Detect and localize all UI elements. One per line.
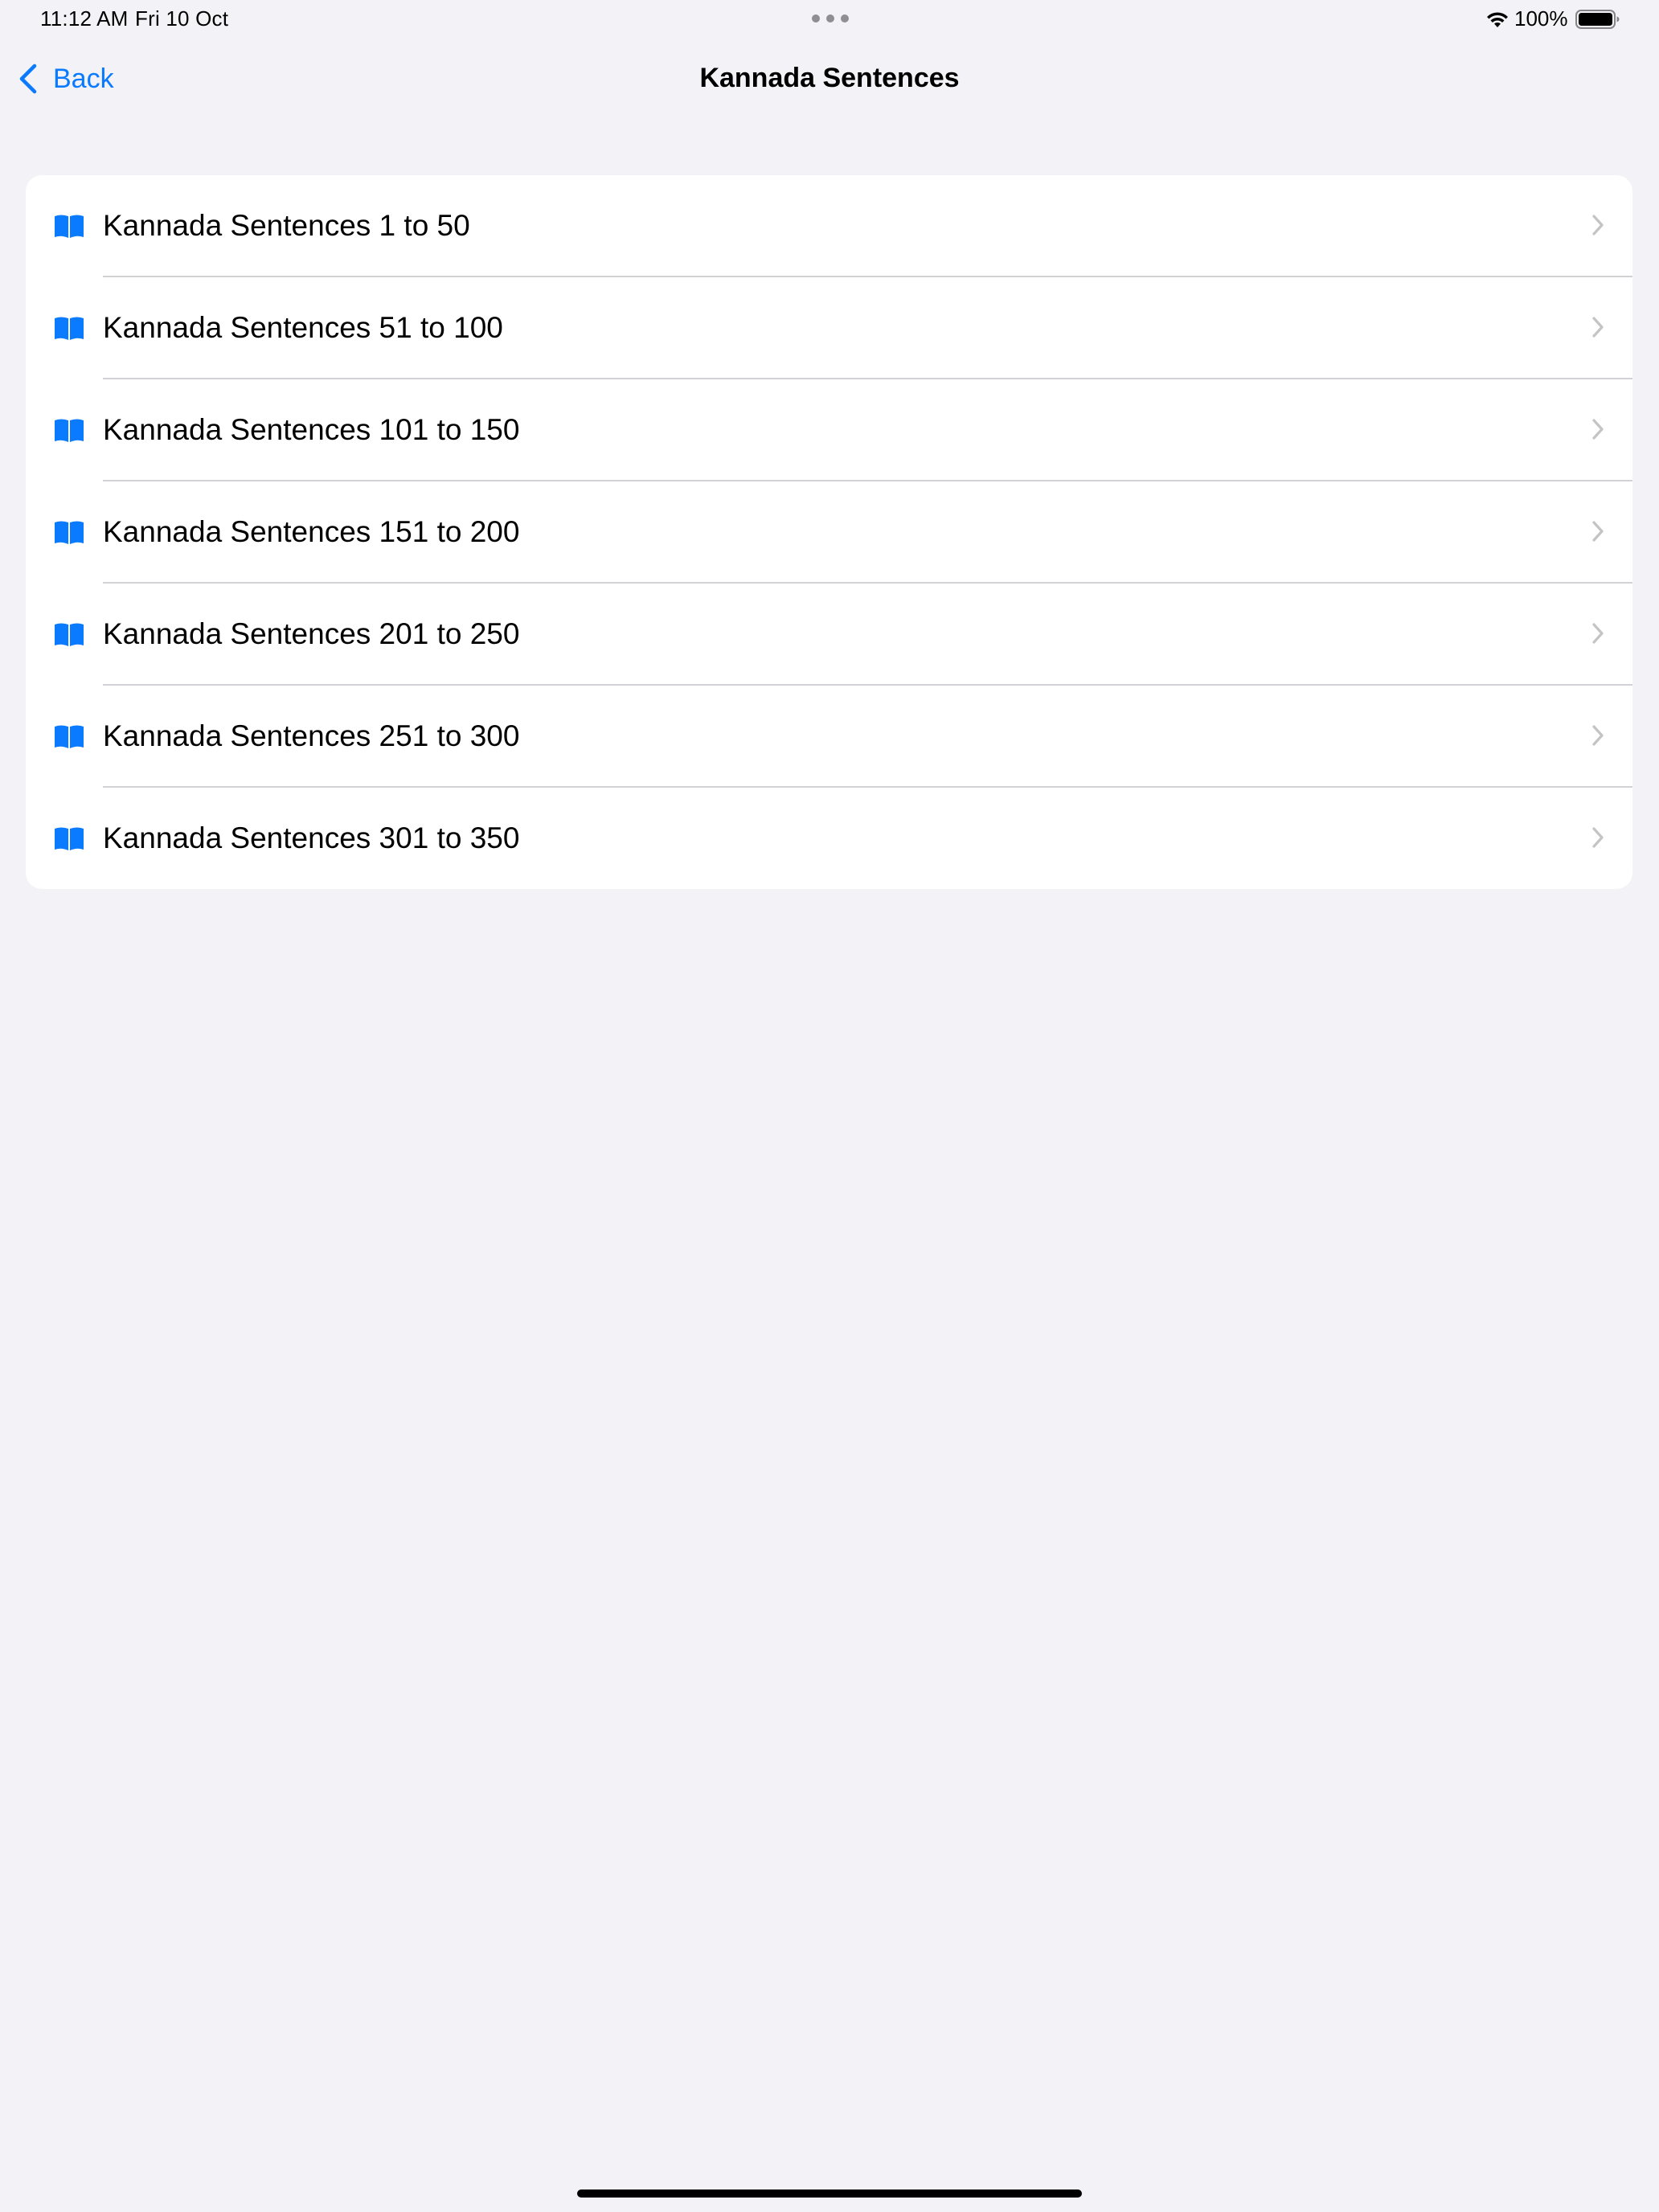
back-button-label: Back — [53, 63, 114, 94]
list-item-label: Kannada Sentences 1 to 50 — [103, 209, 470, 242]
chevron-right-icon — [1592, 623, 1604, 644]
list-item-label: Kannada Sentences 101 to 150 — [103, 413, 520, 446]
chevron-left-icon — [19, 63, 37, 94]
chevron-right-icon — [1592, 827, 1604, 848]
navigation-bar: Kannada Sentences Back — [0, 48, 1659, 106]
back-button[interactable]: Back — [18, 59, 114, 98]
status-time: 11:12 AM — [40, 6, 129, 31]
list-item-label: Kannada Sentences 301 to 350 — [103, 821, 520, 854]
list-item[interactable]: Kannada Sentences 301 to 350 — [26, 788, 1632, 889]
list-item[interactable]: Kannada Sentences 251 to 300 — [26, 686, 1632, 788]
list-item[interactable]: Kannada Sentences 1 to 50 — [26, 175, 1632, 277]
list-item[interactable]: Kannada Sentences 151 to 200 — [26, 481, 1632, 584]
chevron-right-icon — [1592, 521, 1604, 542]
book-icon — [55, 623, 84, 646]
list-item-label: Kannada Sentences 51 to 100 — [103, 311, 503, 344]
book-icon — [55, 419, 84, 442]
book-icon — [55, 725, 84, 748]
list-item-label: Kannada Sentences 201 to 250 — [103, 617, 520, 650]
book-icon — [55, 521, 84, 544]
status-date: Fri 10 Oct — [135, 6, 229, 31]
multitask-dots-icon[interactable] — [812, 14, 849, 23]
chevron-right-icon — [1592, 725, 1604, 746]
battery-fill — [1579, 13, 1612, 26]
chevron-right-icon — [1592, 317, 1604, 338]
list-item[interactable]: Kannada Sentences 51 to 100 — [26, 277, 1632, 379]
home-indicator[interactable] — [577, 2189, 1082, 2198]
list-item-label: Kannada Sentences 251 to 300 — [103, 719, 520, 752]
dot — [812, 14, 820, 23]
book-icon — [55, 215, 84, 238]
chevron-right-icon — [1592, 419, 1604, 440]
battery-percent: 100% — [1514, 6, 1568, 31]
sentence-group-list: Kannada Sentences 1 to 50 Kannada Senten… — [26, 175, 1632, 889]
status-bar: 11:12 AM Fri 10 Oct 100% — [0, 0, 1659, 39]
wifi-icon — [1487, 12, 1508, 27]
list-item-label: Kannada Sentences 151 to 200 — [103, 515, 520, 548]
list-item[interactable]: Kannada Sentences 201 to 250 — [26, 584, 1632, 686]
list-item[interactable]: Kannada Sentences 101 to 150 — [26, 379, 1632, 481]
book-icon — [55, 317, 84, 340]
page-title: Kannada Sentences — [699, 63, 960, 93]
dot — [826, 14, 834, 23]
book-icon — [55, 827, 84, 850]
dot — [841, 14, 849, 23]
battery-icon — [1575, 10, 1620, 29]
chevron-right-icon — [1592, 215, 1604, 236]
